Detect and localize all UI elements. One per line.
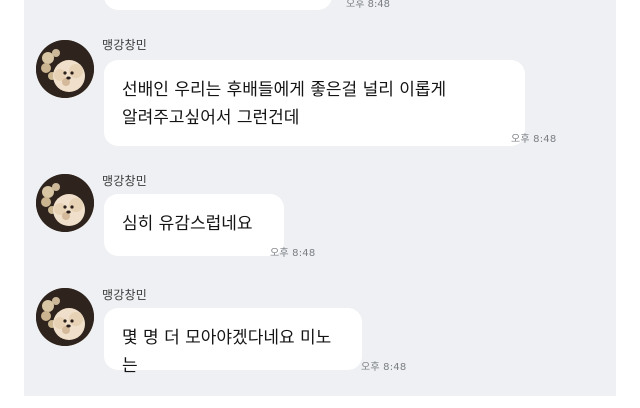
message-bubble: 심히 유감스럽네요 bbox=[104, 194, 284, 256]
message-time: 오후 8:48 bbox=[270, 248, 316, 259]
message-bubble: 선배인 우리는 후배들에게 좋은걸 널리 이롭게 알려주고싶어서 그런건데 bbox=[104, 60, 525, 146]
previous-message-time: 오후 8:48 bbox=[346, 0, 391, 10]
avatar[interactable] bbox=[36, 174, 94, 232]
message-bubble: 몇 명 더 모아야겠다네요 미노는 bbox=[104, 308, 362, 376]
message-time: 오후 8:48 bbox=[361, 362, 407, 373]
avatar[interactable] bbox=[36, 288, 94, 346]
sender-name: 맹강창민 bbox=[102, 174, 147, 188]
chat-area: 오후 8:48 맹강창민 선배인 우리는 후배들에게 좋은걸 널리 이롭게 알려… bbox=[24, 0, 616, 396]
sender-name: 맹강창민 bbox=[102, 288, 147, 302]
sender-name: 맹강창민 bbox=[102, 38, 147, 52]
previous-message-bubble bbox=[104, 0, 332, 10]
message-time: 오후 8:48 bbox=[511, 134, 557, 145]
avatar[interactable] bbox=[36, 40, 94, 98]
